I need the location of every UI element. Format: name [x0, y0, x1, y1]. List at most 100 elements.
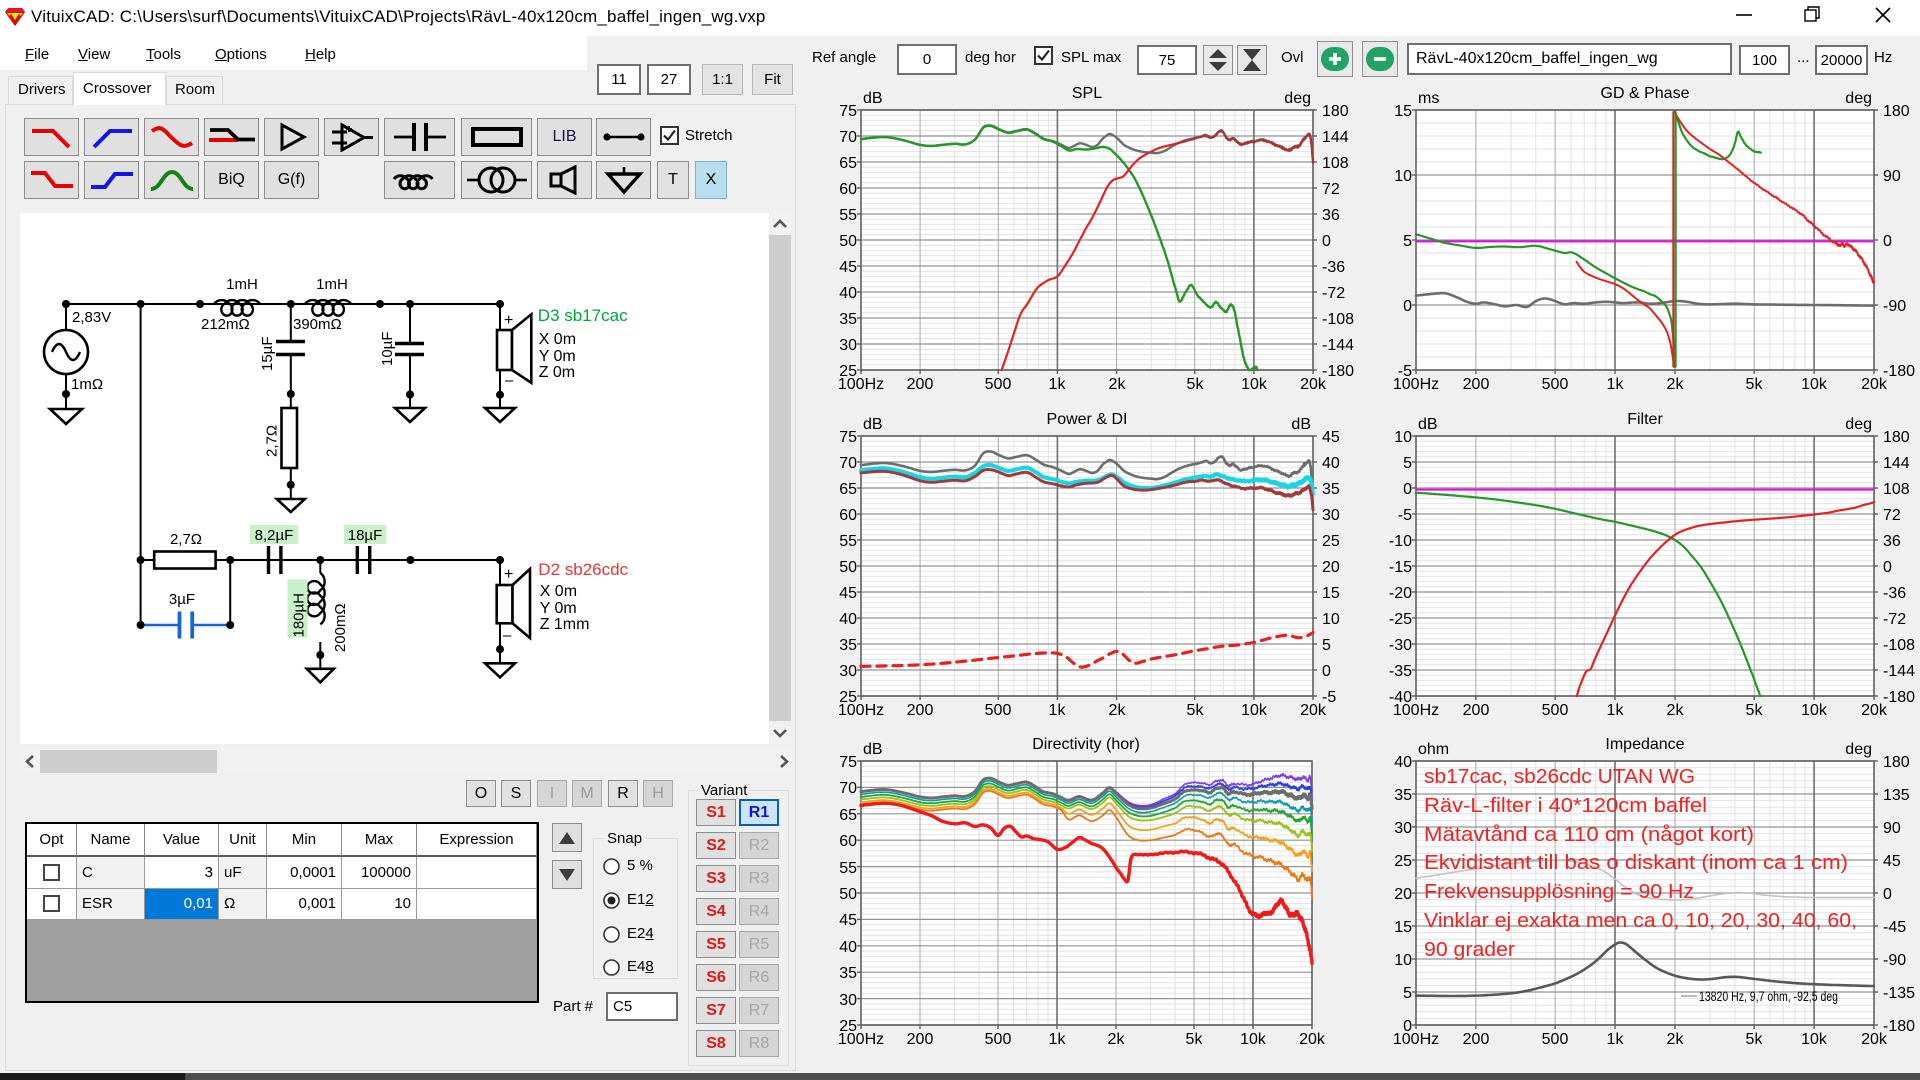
svg-text:10k: 10k — [1801, 1031, 1828, 1048]
svg-text:2k: 2k — [1109, 376, 1127, 393]
svg-text:72: 72 — [1883, 507, 1901, 524]
svg-text:30: 30 — [839, 337, 857, 354]
svg-text:10k: 10k — [1241, 702, 1268, 719]
svg-text:0: 0 — [1883, 559, 1892, 576]
svg-text:55: 55 — [839, 860, 857, 877]
svg-text:Frekvensupplösning = 90 Hz: Frekvensupplösning = 90 Hz — [1424, 881, 1694, 903]
svg-text:dB: dB — [863, 416, 883, 433]
svg-text:40: 40 — [839, 285, 857, 302]
svg-text:55: 55 — [839, 207, 857, 224]
svg-text:1k: 1k — [1049, 702, 1067, 719]
svg-text:180: 180 — [1883, 103, 1910, 120]
svg-text:-25: -25 — [1389, 611, 1412, 628]
svg-text:0: 0 — [1322, 663, 1331, 680]
svg-text:144: 144 — [1322, 129, 1349, 146]
svg-text:45: 45 — [839, 585, 857, 602]
svg-text:25: 25 — [1322, 533, 1340, 550]
svg-text:45: 45 — [839, 912, 857, 929]
svg-text:45: 45 — [1322, 429, 1340, 446]
svg-text:dB: dB — [863, 741, 883, 758]
svg-text:70: 70 — [839, 780, 857, 797]
svg-text:0: 0 — [1883, 233, 1892, 250]
svg-text:-144: -144 — [1322, 337, 1354, 354]
svg-text:50: 50 — [839, 886, 857, 903]
svg-text:-90: -90 — [1883, 952, 1906, 969]
svg-text:-72: -72 — [1883, 611, 1906, 628]
svg-text:70: 70 — [839, 129, 857, 146]
svg-text:Filter: Filter — [1627, 411, 1663, 428]
svg-text:500: 500 — [1542, 1031, 1569, 1048]
svg-text:108: 108 — [1883, 481, 1910, 498]
svg-text:-180: -180 — [1322, 363, 1354, 380]
svg-text:-15: -15 — [1389, 559, 1412, 576]
svg-text:36: 36 — [1322, 207, 1340, 224]
svg-text:30: 30 — [839, 992, 857, 1009]
svg-text:10k: 10k — [1240, 1031, 1267, 1048]
svg-text:-90: -90 — [1883, 298, 1906, 315]
svg-text:10k: 10k — [1801, 702, 1828, 719]
svg-text:65: 65 — [839, 807, 857, 824]
svg-text:180: 180 — [1322, 103, 1349, 120]
svg-text:-72: -72 — [1322, 285, 1345, 302]
svg-text:1k: 1k — [1607, 1031, 1625, 1048]
svg-text:20k: 20k — [1299, 1031, 1326, 1048]
svg-text:dB: dB — [863, 90, 883, 107]
svg-text:35: 35 — [839, 637, 857, 654]
svg-text:deg: deg — [1845, 741, 1872, 758]
svg-text:-45: -45 — [1883, 919, 1906, 936]
svg-text:-108: -108 — [1883, 637, 1915, 654]
svg-text:-180: -180 — [1883, 1018, 1915, 1035]
svg-text:50: 50 — [839, 559, 857, 576]
svg-text:30: 30 — [1322, 507, 1340, 524]
svg-text:Impedance: Impedance — [1605, 736, 1684, 753]
svg-text:200: 200 — [907, 1031, 934, 1048]
svg-text:-5: -5 — [1322, 689, 1336, 706]
svg-text:10: 10 — [1394, 168, 1412, 185]
svg-text:25: 25 — [839, 363, 857, 380]
svg-text:45: 45 — [1883, 853, 1901, 870]
svg-text:200: 200 — [1463, 702, 1490, 719]
svg-text:10: 10 — [1394, 429, 1412, 446]
svg-text:dB: dB — [1418, 416, 1438, 433]
svg-text:60: 60 — [839, 507, 857, 524]
svg-text:-5: -5 — [1398, 507, 1412, 524]
svg-text:1k: 1k — [1607, 376, 1625, 393]
svg-text:15: 15 — [1394, 919, 1412, 936]
svg-text:200: 200 — [907, 702, 934, 719]
svg-text:10k: 10k — [1801, 376, 1828, 393]
svg-text:10: 10 — [1322, 611, 1340, 628]
svg-text:5k: 5k — [1186, 1031, 1204, 1048]
svg-text:90 grader: 90 grader — [1424, 939, 1515, 961]
svg-text:-35: -35 — [1389, 663, 1412, 680]
svg-text:deg: deg — [1845, 416, 1872, 433]
svg-text:Directivity (hor): Directivity (hor) — [1032, 736, 1140, 753]
svg-text:0: 0 — [1883, 886, 1892, 903]
svg-text:200: 200 — [1463, 1031, 1490, 1048]
svg-text:-36: -36 — [1322, 259, 1345, 276]
svg-text:Ekvidistant till bas o diskant: Ekvidistant till bas o diskant (inom ca … — [1424, 852, 1848, 874]
svg-text:75: 75 — [839, 754, 857, 771]
svg-text:Räv-L-filter i 40*120cm baffel: Räv-L-filter i 40*120cm baffel — [1424, 795, 1707, 817]
svg-text:10k: 10k — [1241, 376, 1268, 393]
svg-text:75: 75 — [839, 103, 857, 120]
svg-text:65: 65 — [839, 155, 857, 172]
svg-text:ms: ms — [1418, 90, 1439, 107]
svg-text:500: 500 — [985, 702, 1012, 719]
svg-text:55: 55 — [839, 533, 857, 550]
svg-text:15: 15 — [1322, 585, 1340, 602]
svg-text:40: 40 — [1322, 455, 1340, 472]
svg-text:Power & DI: Power & DI — [1047, 411, 1128, 428]
svg-text:30: 30 — [1394, 820, 1412, 837]
svg-text:108: 108 — [1322, 155, 1349, 172]
svg-text:5k: 5k — [1746, 376, 1764, 393]
svg-text:deg: deg — [1284, 90, 1311, 107]
svg-text:-40: -40 — [1389, 689, 1412, 706]
svg-text:25: 25 — [839, 689, 857, 706]
svg-text:-144: -144 — [1883, 663, 1915, 680]
svg-text:1k: 1k — [1049, 376, 1067, 393]
svg-text:13820 Hz, 9,7 ohm, -92,5 deg: 13820 Hz, 9,7 ohm, -92,5 deg — [1699, 988, 1838, 1004]
svg-text:500: 500 — [1542, 376, 1569, 393]
svg-text:40: 40 — [839, 611, 857, 628]
svg-text:5: 5 — [1403, 985, 1412, 1002]
svg-text:1k: 1k — [1607, 702, 1625, 719]
